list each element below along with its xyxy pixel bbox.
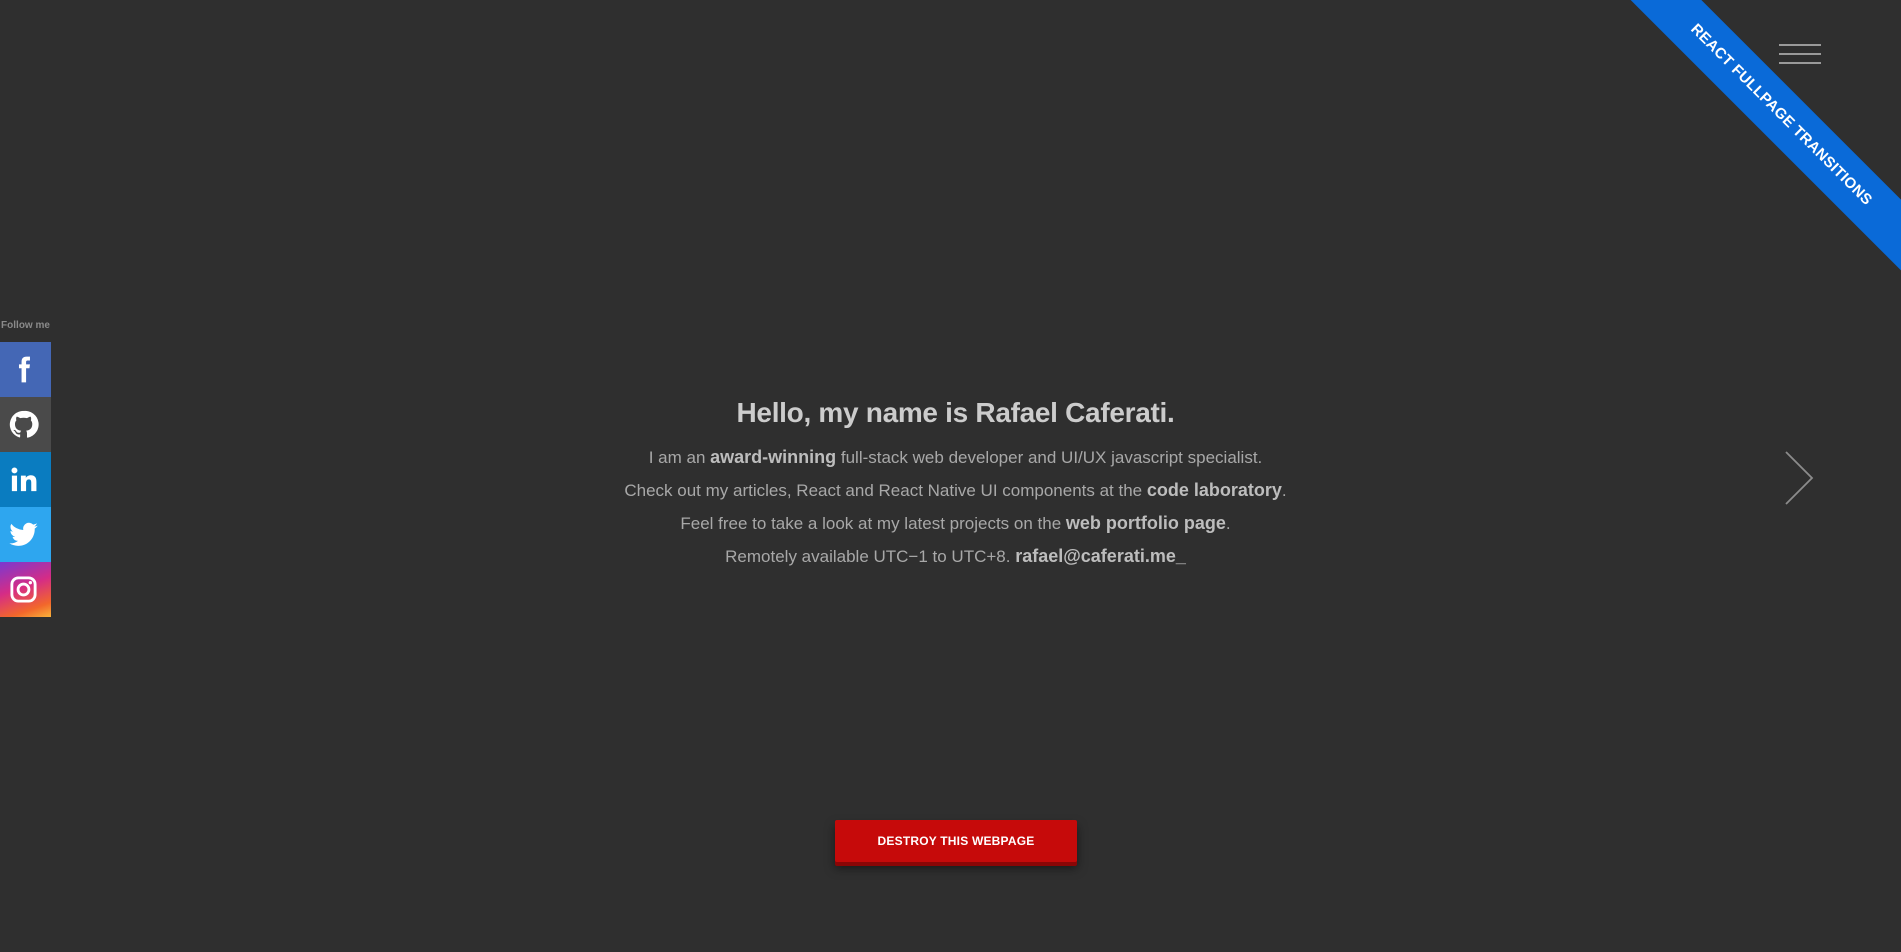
hamburger-menu-icon[interactable] xyxy=(1779,42,1821,68)
follow-label: Follow me xyxy=(1,320,50,331)
intro-line-post: full-stack web developer and UI/UX javas… xyxy=(836,448,1263,467)
page: REACT FULLPAGE TRANSITIONS Follow me Hel… xyxy=(0,0,1901,952)
destroy-webpage-button[interactable]: DESTROY THIS WEBPAGE xyxy=(835,820,1077,862)
web-portfolio-link[interactable]: web portfolio page xyxy=(1066,513,1226,533)
facebook-icon xyxy=(18,356,30,383)
availability-line: Remotely available UTC−1 to UTC+8. rafae… xyxy=(0,540,1901,573)
corner-ribbon[interactable]: REACT FULLPAGE TRANSITIONS xyxy=(1601,0,1901,300)
email-link[interactable]: rafael@caferati.me_ xyxy=(1015,546,1186,566)
articles-line-post: . xyxy=(1281,481,1287,500)
portfolio-line-pre: Feel free to take a look at my latest pr… xyxy=(680,514,1066,533)
hamburger-line xyxy=(1779,44,1821,46)
award-winning-text: award-winning xyxy=(710,447,837,467)
code-laboratory-link[interactable]: code laboratory xyxy=(1147,480,1282,500)
intro-line: I am an award-winning full-stack web dev… xyxy=(0,441,1901,474)
intro-line-pre: I am an xyxy=(648,448,711,467)
articles-line-pre: Check out my articles, React and React N… xyxy=(624,481,1147,500)
page-title: Hello, my name is Rafael Caferati. xyxy=(736,397,1175,428)
hero-description: I am an award-winning full-stack web dev… xyxy=(0,441,1901,573)
social-facebook-link[interactable] xyxy=(0,342,51,397)
ribbon-label[interactable]: REACT FULLPAGE TRANSITIONS xyxy=(1601,0,1901,296)
instagram-icon xyxy=(10,576,37,603)
availability-line-pre: Remotely available UTC−1 to UTC+8. xyxy=(725,547,1016,566)
portfolio-line-post: . xyxy=(1225,514,1231,533)
hamburger-line xyxy=(1779,62,1821,64)
portfolio-line: Feel free to take a look at my latest pr… xyxy=(0,507,1901,540)
hero: Hello, my name is Rafael Caferati. I am … xyxy=(0,393,1901,573)
hamburger-line xyxy=(1779,53,1821,55)
articles-line: Check out my articles, React and React N… xyxy=(0,474,1901,507)
